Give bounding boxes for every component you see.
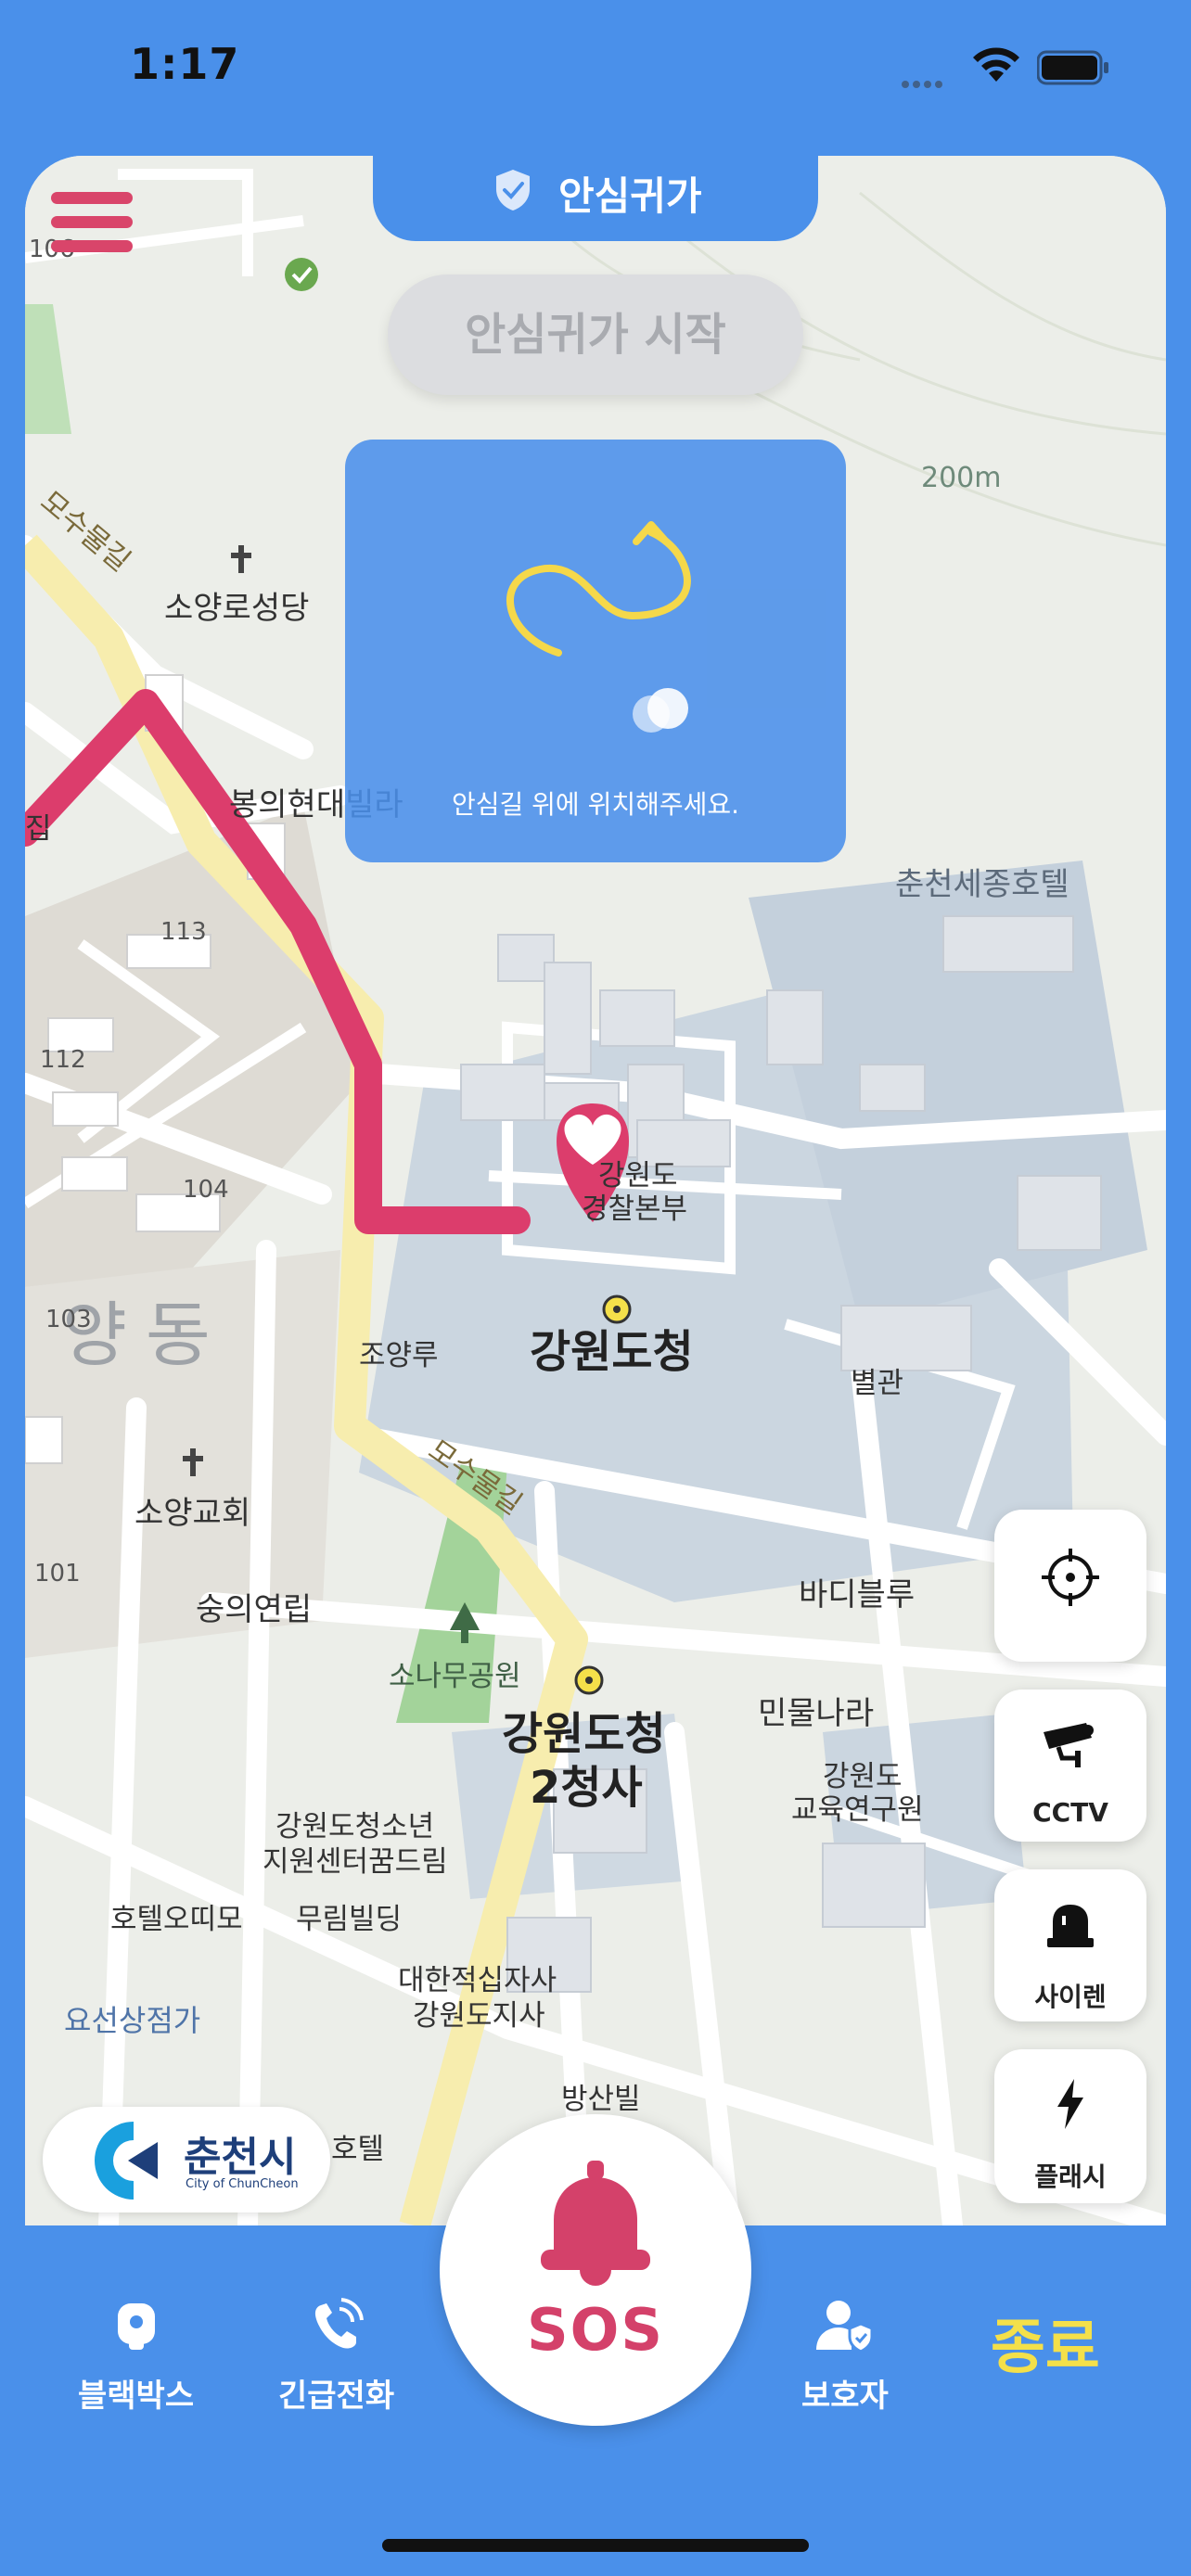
map-label-youth-center-2: 지원센터꿈드림 bbox=[263, 1845, 448, 1879]
map-scale-label: 200m bbox=[921, 462, 1002, 494]
swipe-path-illustration-icon bbox=[506, 521, 691, 733]
start-safe-return-button[interactable]: 안심귀가 시작 bbox=[388, 274, 803, 395]
cctv-label: CCTV bbox=[1032, 1797, 1108, 1828]
blackbox-label: 블랙박스 bbox=[78, 2378, 195, 2415]
shield-check-icon bbox=[496, 170, 530, 210]
wifi-icon bbox=[973, 47, 1019, 82]
siren-button[interactable]: 사이렌 bbox=[994, 1869, 1146, 2021]
map-label-num-103: 103 bbox=[45, 1306, 92, 1333]
flash-label: 플래시 bbox=[1034, 2162, 1107, 2192]
map-label-num-113: 113 bbox=[160, 918, 207, 946]
guardian-button[interactable]: 보호자 bbox=[801, 2296, 889, 2416]
guardian-user-shield-icon bbox=[815, 2301, 874, 2353]
map-label-minmul-nara: 민물나라 bbox=[758, 1695, 875, 1732]
map-label-hotel: 호텔 bbox=[331, 2133, 385, 2166]
phone-call-icon bbox=[314, 2298, 364, 2349]
header-title-tab: 안심귀가 bbox=[373, 156, 818, 241]
map-label-pine-park: 소나무공원 bbox=[389, 1660, 521, 1693]
map-label-police-hq-2: 경찰본부 bbox=[582, 1192, 688, 1226]
map-label-chuncheon-sejong-hotel: 춘천세종호텔 bbox=[895, 866, 1069, 903]
menu-bar-icon bbox=[51, 192, 133, 204]
menu-bar-icon bbox=[51, 216, 133, 228]
flash-icon bbox=[1057, 2079, 1083, 2129]
blackbox-icon bbox=[117, 2303, 155, 2350]
map-label-bangsan-villa: 방산빌 bbox=[561, 2083, 641, 2116]
map-label-edu-institute-2: 교육연구원 bbox=[791, 1793, 924, 1827]
chuncheon-logo-icon bbox=[95, 2122, 158, 2200]
sos-button[interactable]: SOS bbox=[440, 2114, 751, 2426]
map-label-num-112: 112 bbox=[40, 1046, 86, 1074]
map-label-red-cross-2: 강원도지사 bbox=[413, 1999, 545, 2033]
emergency-call-label: 긴급전화 bbox=[278, 2378, 395, 2415]
map-label-num-104: 104 bbox=[183, 1176, 229, 1204]
flash-button[interactable]: 플래시 bbox=[994, 2049, 1146, 2203]
map-label-gangwon-office-2-line2: 2청사 bbox=[530, 1762, 643, 1814]
siren-label: 사이렌 bbox=[1034, 1982, 1107, 2012]
guide-card: 안심길 위에 위치해주세요. bbox=[345, 440, 846, 862]
map-label-gangwon-office: 강원도청 bbox=[530, 1326, 694, 1378]
map-label-murim-building: 무림빌딩 bbox=[296, 1903, 403, 1936]
page-title: 안심귀가 bbox=[558, 173, 702, 219]
cctv-icon bbox=[1044, 1723, 1094, 1767]
map-label-sungui: 숭의연립 bbox=[196, 1591, 313, 1628]
blackbox-button[interactable]: 블랙박스 bbox=[78, 2296, 194, 2416]
menu-button[interactable] bbox=[51, 192, 133, 264]
status-time: 1:17 bbox=[130, 39, 240, 89]
home-indicator[interactable] bbox=[382, 2539, 809, 2552]
status-bar: 1:17 bbox=[0, 0, 1191, 148]
chuncheon-city-logo: 춘천시 City of ChunCheon bbox=[43, 2107, 330, 2213]
map-label-hotel-otimo: 호텔오띠모 bbox=[110, 1903, 243, 1936]
city-logo-name: 춘천시 bbox=[184, 2134, 297, 2181]
guide-message: 안심길 위에 위치해주세요. bbox=[451, 789, 740, 820]
end-button[interactable]: 종료 bbox=[991, 2300, 1100, 2385]
sos-label: SOS bbox=[526, 2296, 664, 2364]
map-label-edge-jip: 집 bbox=[25, 812, 52, 846]
emergency-call-button[interactable]: 긴급전화 bbox=[278, 2296, 394, 2416]
cellular-signal-icon bbox=[902, 74, 946, 92]
menu-bar-icon bbox=[51, 240, 133, 252]
map-label-annex: 별관 bbox=[851, 1367, 904, 1400]
map-label-badi-blue: 바디블루 bbox=[799, 1576, 916, 1613]
cctv-button[interactable]: CCTV bbox=[994, 1690, 1146, 1842]
map-label-soyangru: 조양루 bbox=[359, 1339, 439, 1372]
crosshair-icon bbox=[1042, 1549, 1099, 1606]
city-logo-subtitle: City of ChunCheon bbox=[186, 2177, 299, 2191]
map-label-soyang-church: 소양교회 bbox=[134, 1495, 251, 1532]
map-label-num-101: 101 bbox=[34, 1560, 81, 1588]
battery-icon bbox=[1037, 50, 1108, 85]
bell-icon bbox=[541, 2161, 650, 2286]
guardian-label: 보호자 bbox=[801, 2378, 889, 2415]
map-label-yoseon-shop: 요선상점가 bbox=[64, 2003, 201, 2038]
siren-icon bbox=[1047, 1905, 1094, 1947]
map-label-soyangro-cathedral: 소양로성당 bbox=[164, 590, 310, 627]
current-location-button[interactable] bbox=[994, 1510, 1146, 1662]
